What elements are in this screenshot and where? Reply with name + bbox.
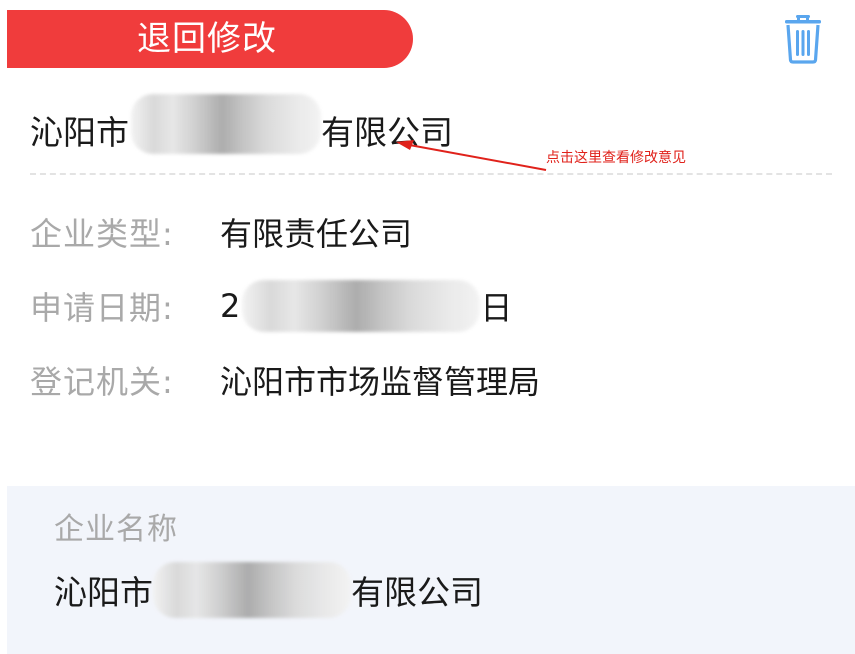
application-date-suffix: 日	[480, 289, 513, 327]
redacted-mask	[153, 562, 351, 618]
registration-authority-value: 沁阳市市场监督管理局	[220, 363, 541, 401]
enterprise-name-value: 沁阳市 有限公司	[54, 562, 483, 618]
annotation-hint: 点击这里查看修改意见	[546, 150, 686, 166]
enterprise-name-prefix: 沁阳市	[54, 573, 153, 612]
redacted-mask	[242, 280, 481, 332]
application-date-value: 2 日	[220, 280, 512, 332]
dashed-divider	[30, 173, 832, 175]
application-date-prefix: 2	[220, 287, 241, 325]
application-date-label: 申请日期:	[30, 289, 174, 327]
enterprise-name-label: 企业名称	[54, 512, 178, 547]
redacted-mask	[131, 94, 321, 154]
enterprise-name-card: 企业名称 沁阳市 有限公司	[7, 486, 855, 654]
status-banner: 退回修改	[7, 10, 413, 68]
annotation-arrow-icon	[396, 140, 547, 171]
enterprise-type-label: 企业类型:	[30, 215, 174, 253]
application-detail-page: 退回修改 沁阳市 有限公司 点击这里查看修改意见 企业类型: 有限责任公司 申请…	[0, 0, 855, 654]
registration-authority-label: 登记机关:	[30, 363, 174, 401]
info-row-enterprise-type: 企业类型: 有限责任公司	[30, 210, 412, 254]
status-label: 退回修改	[137, 19, 277, 59]
company-name-prefix: 沁阳市	[30, 113, 129, 152]
info-row-registration-authority: 登记机关: 沁阳市市场监督管理局	[30, 358, 540, 402]
info-row-application-date: 申请日期: 2 日	[30, 280, 512, 332]
enterprise-name-suffix: 有限公司	[351, 573, 483, 612]
enterprise-type-value: 有限责任公司	[220, 215, 413, 253]
delete-button[interactable]	[781, 12, 825, 64]
trash-icon	[785, 15, 821, 64]
